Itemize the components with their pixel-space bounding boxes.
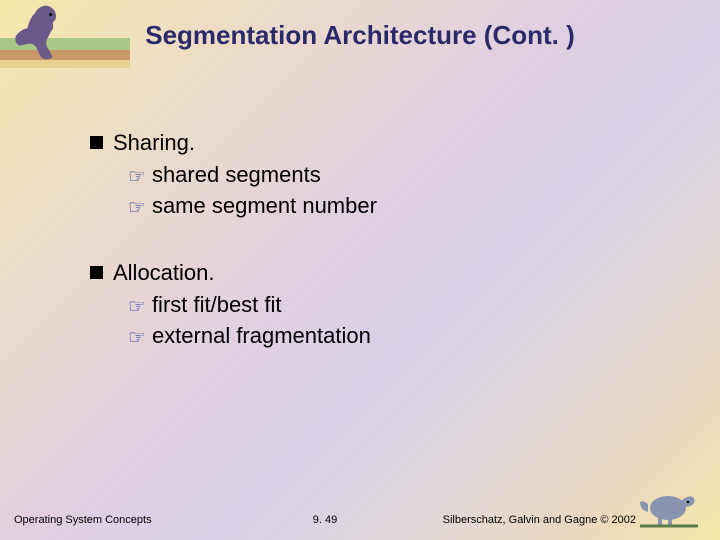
sub-bullet-text: first fit/best fit [152, 292, 282, 318]
square-bullet-icon [90, 266, 103, 279]
dinosaur-footer-icon [638, 482, 700, 530]
sub-bullet-item: ☞ external fragmentation [128, 323, 680, 350]
bullet-item: Sharing. [90, 130, 680, 156]
pointing-hand-icon: ☞ [128, 294, 146, 319]
bullet-text: Allocation. [113, 260, 215, 286]
sub-bullet-text: external fragmentation [152, 323, 371, 349]
slide-title: Segmentation Architecture (Cont. ) [0, 20, 720, 51]
pointing-hand-icon: ☞ [128, 164, 146, 189]
slide-footer: Operating System Concepts 9. 49 Silbersc… [0, 514, 720, 526]
sub-bullet-text: same segment number [152, 193, 377, 219]
footer-right-text: Silberschatz, Galvin and Gagne © 2002 [357, 514, 706, 526]
sub-bullet-item: ☞ first fit/best fit [128, 292, 680, 319]
sub-bullet-item: ☞ shared segments [128, 162, 680, 189]
footer-left-text: Operating System Concepts [14, 514, 293, 526]
bullet-text: Sharing. [113, 130, 195, 156]
sub-bullet-text: shared segments [152, 162, 321, 188]
sub-bullet-item: ☞ same segment number [128, 193, 680, 220]
footer-page-number: 9. 49 [293, 514, 357, 526]
bullet-item: Allocation. [90, 260, 680, 286]
pointing-hand-icon: ☞ [128, 195, 146, 220]
slide-content: Sharing. ☞ shared segments ☞ same segmen… [90, 130, 680, 354]
pointing-hand-icon: ☞ [128, 325, 146, 350]
square-bullet-icon [90, 136, 103, 149]
